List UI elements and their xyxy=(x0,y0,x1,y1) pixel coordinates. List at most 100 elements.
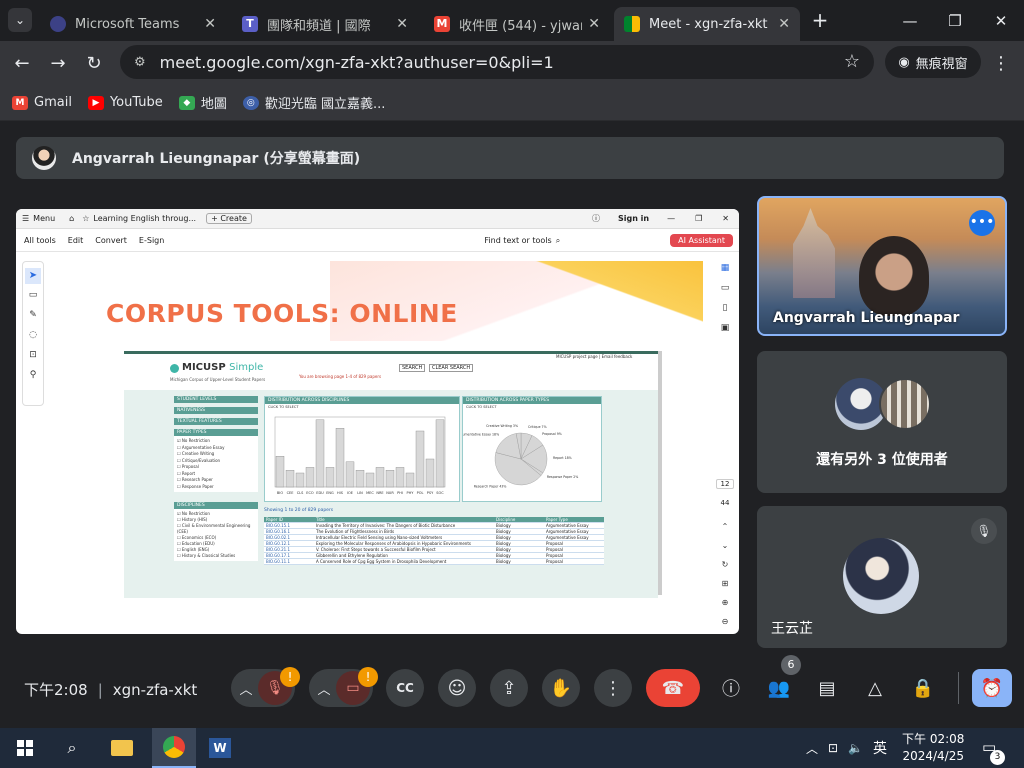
meeting-info: 下午2:08 | xgn-zfa-xkt xyxy=(24,680,198,700)
participant-tile-presenter[interactable]: ••• Angvarrah Lieungnapar xyxy=(757,196,1007,336)
table-cell: V. Cholerae: First Steps towards a Succe… xyxy=(316,547,436,552)
avatar xyxy=(879,378,931,430)
tab-teams[interactable]: Microsoft Teams ✕ xyxy=(40,7,226,41)
volume-icon[interactable]: 🔈 xyxy=(848,741,863,755)
incognito-label: 無痕視窗 xyxy=(915,56,968,72)
chevron-up-icon[interactable]: ︿ xyxy=(234,679,258,698)
network-icon[interactable]: ⊡ xyxy=(828,741,838,755)
start-button[interactable] xyxy=(10,734,40,762)
meet-icon xyxy=(624,16,640,32)
clock[interactable]: 下午 02:08 2024/4/25 xyxy=(902,731,964,765)
filter-option[interactable]: ☐ Civil & Environmental Engineering (CEE… xyxy=(177,523,255,535)
bar[interactable] xyxy=(425,458,435,488)
chrome-icon xyxy=(163,736,185,758)
close-icon[interactable]: ✕ xyxy=(778,16,790,32)
filter-option[interactable]: ☐ Response Paper xyxy=(177,484,255,491)
bookmark-youtube[interactable]: ▶ YouTube xyxy=(87,95,163,110)
alarm-icon: ⏰ xyxy=(980,677,1004,699)
table-cell: BIO.G0.21.1 xyxy=(266,547,291,552)
close-icon[interactable]: ✕ xyxy=(588,16,600,32)
chevron-up-icon[interactable]: ︿ xyxy=(312,679,336,698)
timer-button[interactable]: ⏰ xyxy=(972,669,1012,707)
table-row[interactable]: BIO.G0.11.1 A Conserved Role of Cpg Egg S… xyxy=(264,559,604,565)
chat-button[interactable]: ▤ xyxy=(808,669,846,707)
participant-tile-others[interactable]: 還有另外 3 位使用者 xyxy=(757,351,1007,493)
close-window-button[interactable]: ✕ xyxy=(978,0,1024,41)
incognito-icon: ◉ xyxy=(898,54,910,70)
reactions-button[interactable]: ☺ xyxy=(438,669,476,707)
bar[interactable] xyxy=(365,472,375,488)
bar[interactable] xyxy=(305,467,315,488)
bar[interactable] xyxy=(325,467,335,488)
participant-tile-wang[interactable]: 🎙 王云芷 xyxy=(757,506,1007,648)
table-cell: Biology xyxy=(496,523,511,528)
back-button[interactable]: ← xyxy=(7,48,37,78)
activities-button[interactable]: △ xyxy=(856,669,894,707)
minimize-button[interactable]: — xyxy=(887,0,933,41)
bookmark-star-icon[interactable]: ☆ xyxy=(844,51,860,72)
bar[interactable] xyxy=(335,427,345,488)
more-options-button[interactable]: ⋮ xyxy=(594,669,632,707)
bookmark-maps[interactable]: ◆ 地圖 xyxy=(178,93,227,112)
castle-background xyxy=(793,208,835,298)
captions-button[interactable]: CC xyxy=(386,669,424,707)
new-tab-button[interactable]: + xyxy=(808,8,832,32)
bookmark-ncyu[interactable]: ◎ 歡迎光臨 國立嘉義... xyxy=(242,93,385,112)
tab-title: Microsoft Teams xyxy=(75,16,180,32)
host-controls-button[interactable]: 🔒 xyxy=(904,669,942,707)
bar[interactable] xyxy=(285,470,295,488)
bar[interactable] xyxy=(415,430,425,488)
tab-channels[interactable]: T 團隊和頻道 | 國際 ✕ xyxy=(232,7,418,41)
bar[interactable] xyxy=(345,461,355,488)
close-icon[interactable]: ✕ xyxy=(396,16,408,32)
tab-meet[interactable]: Meet - xgn-zfa-xkt ✕ xyxy=(614,7,800,41)
bar[interactable] xyxy=(275,456,285,488)
meeting-time: 下午2:08 xyxy=(24,681,88,699)
meeting-details-button[interactable]: ⓘ xyxy=(712,669,750,707)
slice-label: Proposal 9% xyxy=(542,432,562,436)
people-button[interactable]: 👥 xyxy=(760,669,798,707)
bar-chart-panel: DISTRIBUTION ACROSS DISCIPLINES CLICK TO… xyxy=(264,396,460,502)
table-cell: Biology xyxy=(496,547,511,552)
filter-option[interactable]: ☐ History & Classical Studies xyxy=(177,553,255,559)
word-taskbar-button[interactable]: W xyxy=(205,734,235,762)
ime-indicator[interactable]: 英 xyxy=(873,738,887,758)
raise-hand-button[interactable]: ✋ xyxy=(542,669,580,707)
ncyu-icon: ◎ xyxy=(242,95,259,110)
bar[interactable] xyxy=(295,472,305,488)
menu-kebab-icon[interactable]: ⋮ xyxy=(986,48,1016,78)
close-icon[interactable]: ✕ xyxy=(204,16,216,32)
chevron-up-icon[interactable]: ︿ xyxy=(806,740,818,757)
site-info-icon[interactable]: ⚙ xyxy=(134,55,146,70)
tick-label: MEC xyxy=(366,491,374,495)
bookmark-gmail[interactable]: M Gmail xyxy=(12,95,72,110)
more-options-icon[interactable]: ••• xyxy=(969,210,995,236)
bar[interactable] xyxy=(315,419,325,488)
bar[interactable] xyxy=(355,470,365,488)
leave-call-button[interactable]: ☎ xyxy=(646,669,700,707)
bookmarks-bar: M Gmail ▶ YouTube ◆ 地圖 ◎ 歡迎光臨 國立嘉義... xyxy=(0,85,1024,121)
forward-button[interactable]: → xyxy=(43,48,73,78)
present-button[interactable]: ⇪ xyxy=(490,669,528,707)
restore-button[interactable]: ❐ xyxy=(932,0,978,41)
slide-title: CORPUS TOOLS: ONLINE xyxy=(106,299,458,328)
chrome-taskbar-button[interactable] xyxy=(152,728,196,768)
incognito-indicator[interactable]: ◉ 無痕視窗 xyxy=(885,46,981,78)
presenter-banner: Angvarrah Lieungnapar (分享螢幕畫面) xyxy=(16,137,1004,179)
bar[interactable] xyxy=(395,467,405,488)
table-cell: The Evolution of Flightlessness in Birds xyxy=(316,529,395,534)
info-icon: ⓘ xyxy=(722,679,740,700)
shared-screen[interactable]: ☰ Menu ⌂ ☆ Learning English throug... + … xyxy=(16,209,739,634)
bar[interactable] xyxy=(375,467,385,488)
participant-name: Angvarrah Lieungnapar xyxy=(773,310,960,326)
micusp-sidebar: STUDENT LEVELS NATIVENESS TEXTUAL FEATUR… xyxy=(174,396,258,561)
tab-gmail[interactable]: M 收件匣 (544) - yjwang ✕ xyxy=(424,7,610,41)
bar[interactable] xyxy=(405,472,415,488)
address-bar[interactable]: ⚙ meet.google.com/xgn-zfa-xkt?authuser=0… xyxy=(120,45,874,79)
bar[interactable] xyxy=(435,419,445,488)
search-button[interactable]: ⌕ xyxy=(57,734,87,762)
reload-button[interactable]: ↻ xyxy=(79,48,109,78)
tab-search-icon[interactable]: ⌄ xyxy=(8,8,32,32)
file-explorer-button[interactable] xyxy=(107,734,137,762)
bar[interactable] xyxy=(385,470,395,488)
